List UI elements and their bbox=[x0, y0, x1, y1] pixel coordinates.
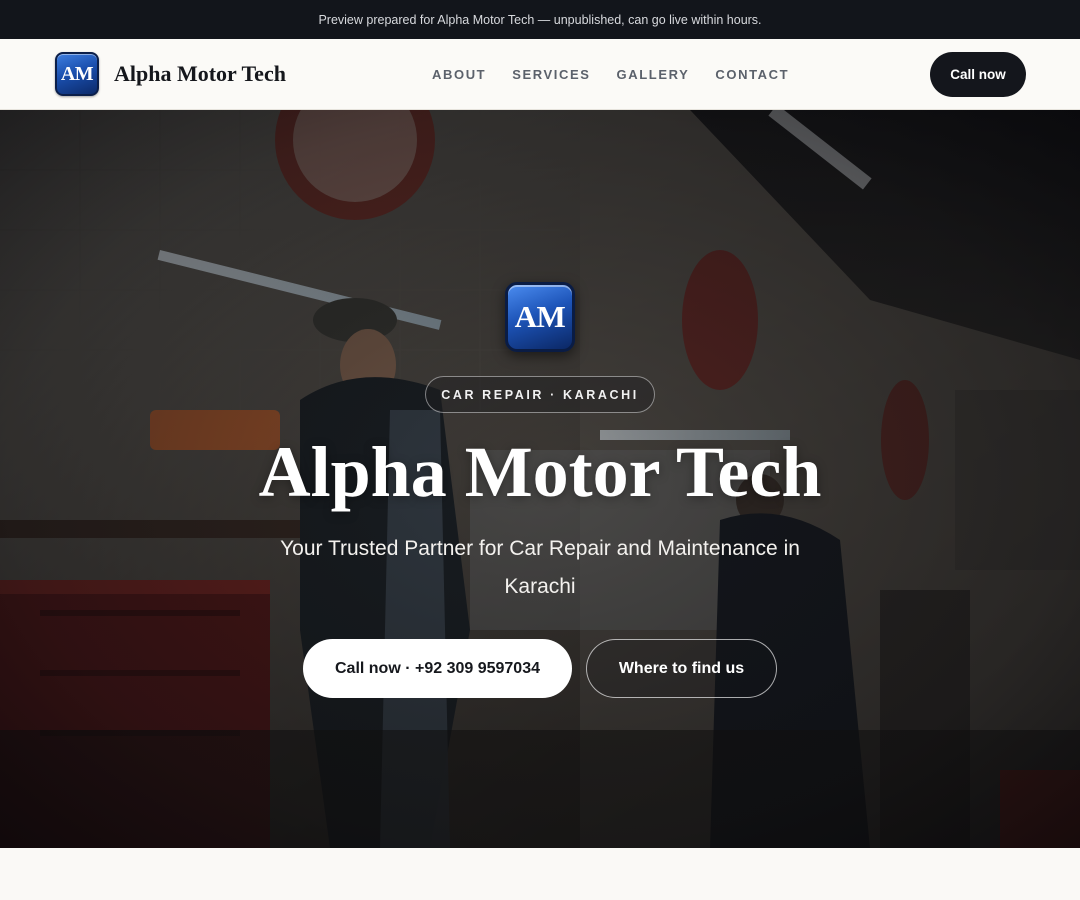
hero-logo-icon: AM bbox=[505, 282, 575, 352]
preview-banner-text: Preview prepared for Alpha Motor Tech — … bbox=[318, 12, 762, 27]
logo-icon[interactable]: AM bbox=[55, 52, 99, 96]
call-now-button[interactable]: Call now bbox=[930, 52, 1026, 97]
hero-tag: CAR REPAIR · KARACHI bbox=[425, 376, 655, 413]
next-section bbox=[0, 848, 1080, 900]
hero-section: AM CAR REPAIR · KARACHI Alpha Motor Tech… bbox=[0, 110, 1080, 848]
site-header: AM Alpha Motor Tech ABOUT SERVICES GALLE… bbox=[0, 39, 1080, 110]
hero-title: Alpha Motor Tech bbox=[258, 432, 822, 512]
where-to-find-us-button[interactable]: Where to find us bbox=[586, 639, 777, 698]
nav-contact[interactable]: CONTACT bbox=[715, 67, 789, 82]
hero-content: AM CAR REPAIR · KARACHI Alpha Motor Tech… bbox=[0, 110, 1080, 848]
preview-banner: Preview prepared for Alpha Motor Tech — … bbox=[0, 0, 1080, 39]
nav-about[interactable]: ABOUT bbox=[432, 67, 486, 82]
nav-services[interactable]: SERVICES bbox=[512, 67, 590, 82]
main-nav: ABOUT SERVICES GALLERY CONTACT bbox=[432, 39, 815, 109]
brand-name[interactable]: Alpha Motor Tech bbox=[114, 61, 286, 87]
call-now-phone-button[interactable]: Call now · +92 309 9597034 bbox=[303, 639, 572, 698]
brand[interactable]: AM Alpha Motor Tech bbox=[55, 52, 286, 96]
hero-subtitle: Your Trusted Partner for Car Repair and … bbox=[280, 537, 800, 598]
nav-gallery[interactable]: GALLERY bbox=[617, 67, 690, 82]
